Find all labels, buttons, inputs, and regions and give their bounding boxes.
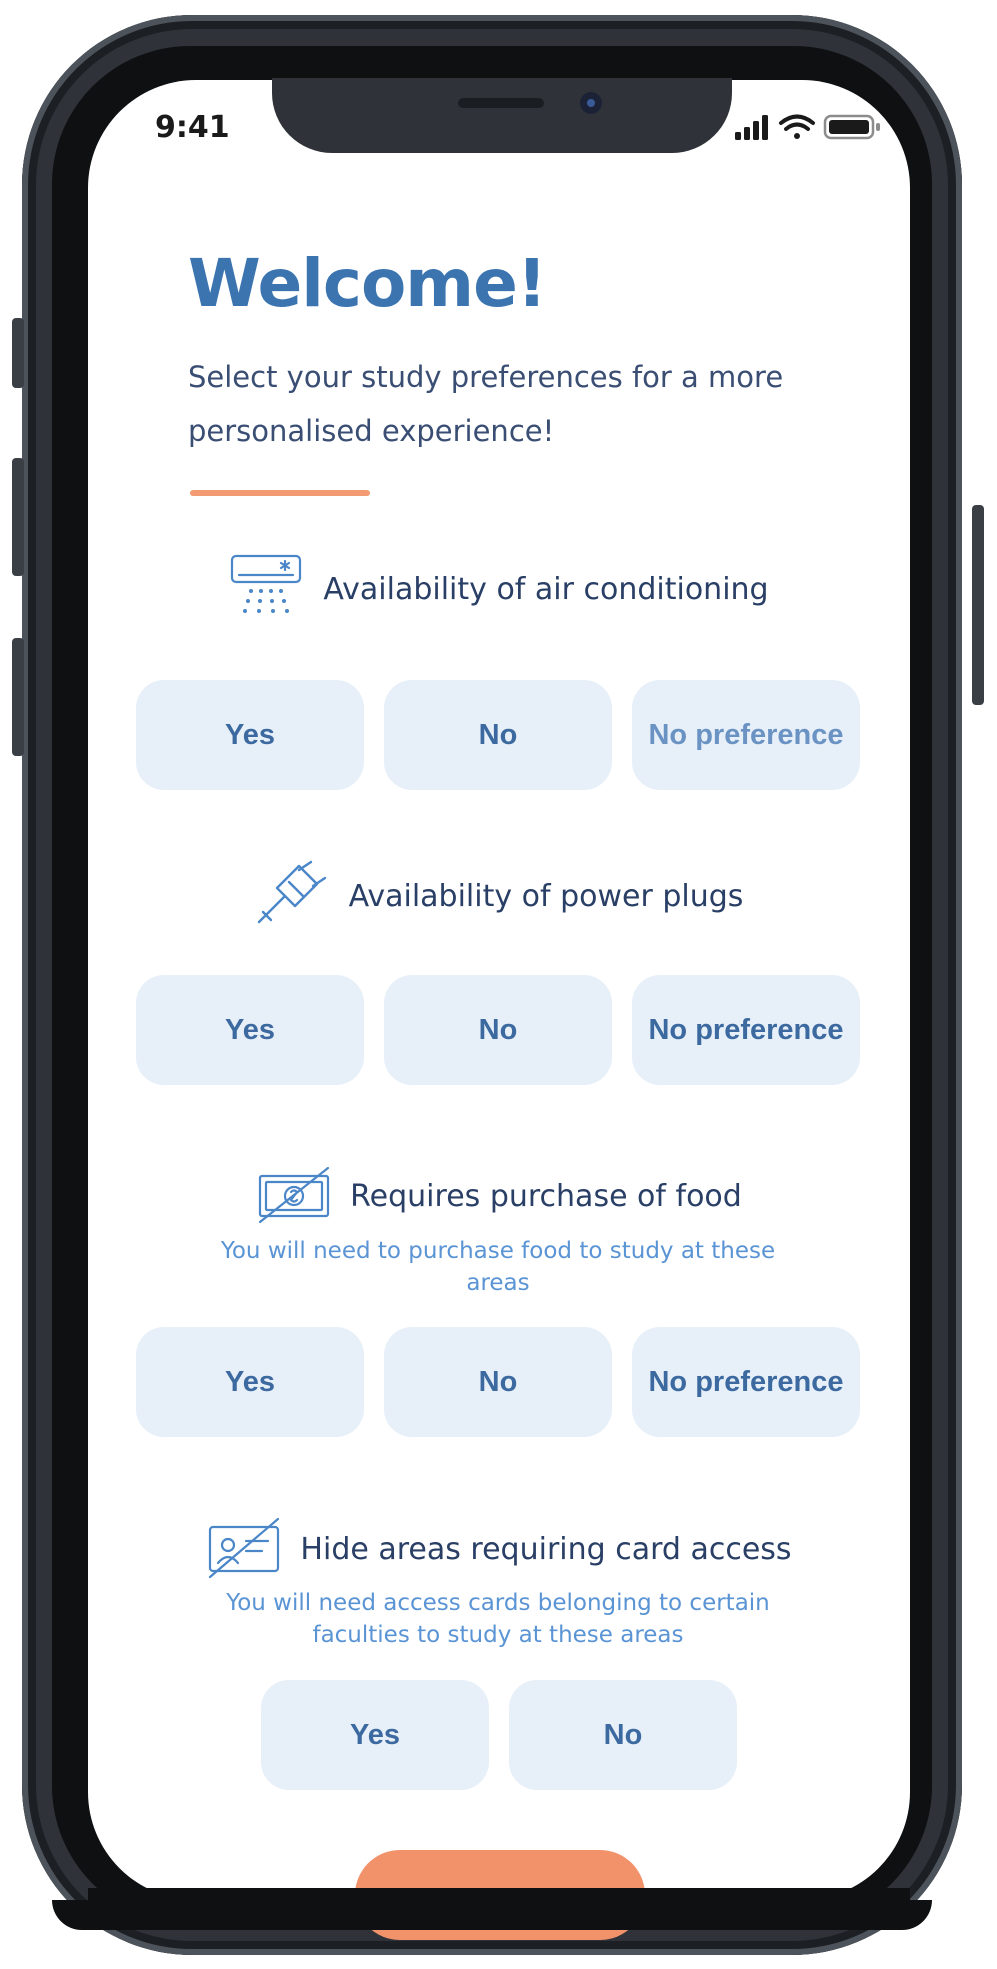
phone-volume-down-button [12,638,24,756]
wifi-icon [779,114,815,139]
power-plugs-no-button[interactable]: No [384,975,612,1085]
air-conditioning-yes-button[interactable]: Yes [136,680,364,790]
food-purchase-no-preference-button[interactable]: No preference [632,1327,860,1437]
earpiece-speaker [458,98,544,108]
phone-bottom-frame [52,1900,932,1930]
cash-crossed-icon [259,1166,330,1224]
front-camera [580,92,602,114]
status-time: 9:41 [155,110,230,145]
phone-side-button [12,318,24,388]
air-conditioner-icon [231,554,302,613]
power-plugs-no-preference-button[interactable]: No preference [632,975,860,1085]
card-access-note: You will need access cards belonging to … [226,1590,770,1648]
section-label: Availability of power plugs [348,878,744,914]
section-label: Requires purchase of food [350,1178,742,1214]
header-divider [190,490,370,496]
phone-power-button [972,505,984,705]
section-label: Availability of air conditioning [323,571,769,607]
power-plugs-yes-button[interactable]: Yes [136,975,364,1085]
phone-volume-up-button [12,458,24,576]
section-power-plugs: Availability of power plugs [88,860,910,932]
signal-icon [735,115,768,140]
notch [272,78,732,153]
food-purchase-no-button[interactable]: No [384,1327,612,1437]
section-label: Hide areas requiring card access [300,1531,792,1567]
access-card-crossed-icon [209,1517,280,1579]
section-food-purchase: Requires purchase of food [88,1160,910,1232]
status-icons [735,114,880,140]
food-purchase-yes-button[interactable]: Yes [136,1327,364,1437]
card-access-yes-button[interactable]: Yes [261,1680,489,1790]
section-air-conditioning: Availability of air conditioning [88,553,910,625]
section-card-access: Hide areas requiring card access [88,1513,910,1585]
air-conditioning-no-button[interactable]: No [384,680,612,790]
air-conditioning-no-preference-button[interactable]: No preference [632,680,860,790]
card-access-no-button[interactable]: No [509,1680,737,1790]
power-plug-icon [257,860,326,924]
battery-icon [823,114,880,140]
food-purchase-note: You will need to purchase food to study … [220,1238,776,1296]
page-subtitle: Select your study preferences for a more… [188,360,784,448]
page-title: Welcome! [188,245,547,322]
